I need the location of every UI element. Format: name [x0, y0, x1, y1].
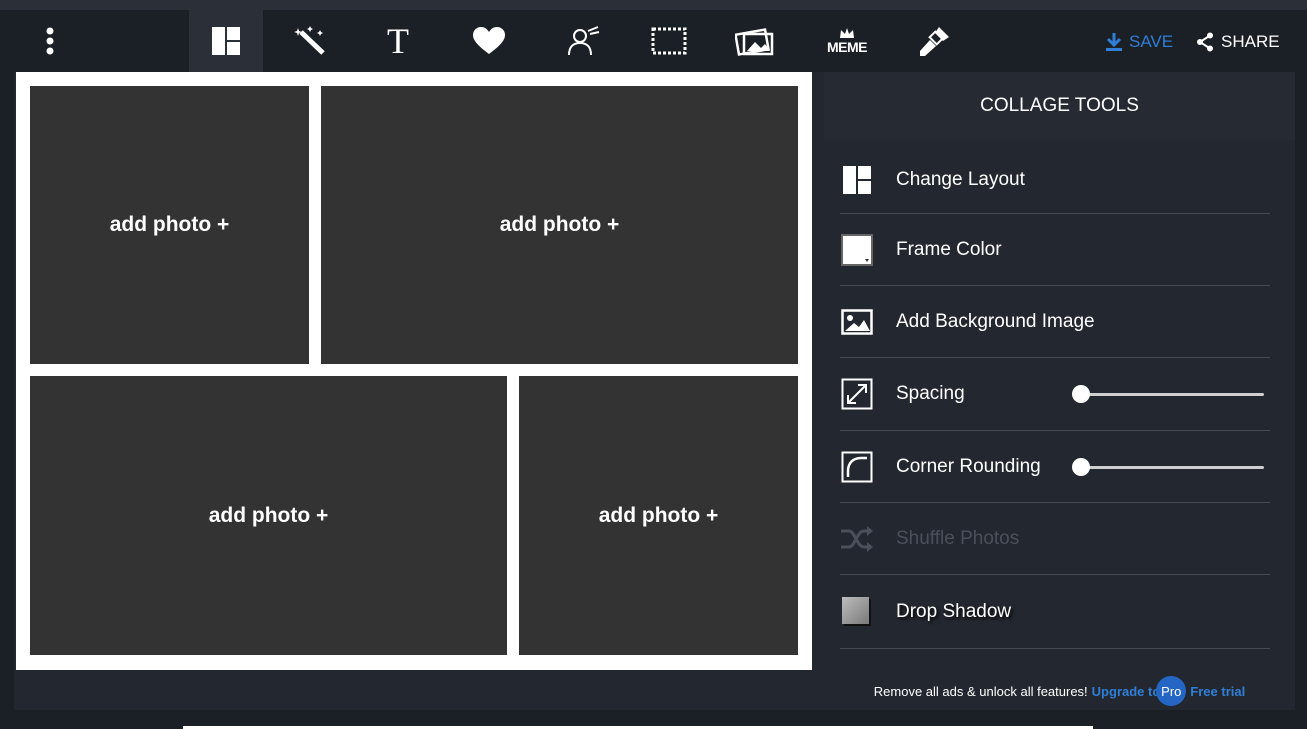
slider-track — [1080, 465, 1264, 469]
photo-cell-1[interactable]: add photo + — [30, 86, 309, 364]
toolbar: T MEME SAVE SHARE — [0, 10, 1307, 72]
frame-icon[interactable] — [632, 10, 706, 72]
more-menu-icon[interactable] — [30, 10, 70, 72]
photo-overlay-icon[interactable] — [718, 10, 792, 72]
top-strip — [0, 0, 1307, 10]
collage-canvas: add photo + add photo + add photo + add … — [16, 72, 812, 670]
download-icon — [1106, 33, 1122, 51]
share-button[interactable]: SHARE — [1196, 28, 1280, 56]
photo-cell-3[interactable]: add photo + — [30, 376, 507, 655]
heart-icon[interactable] — [452, 10, 526, 72]
shuffle-icon — [840, 522, 874, 556]
share-icon — [1197, 32, 1213, 52]
workspace: add photo + add photo + add photo + add … — [14, 72, 1295, 710]
add-photo-label: add photo + — [499, 213, 620, 236]
cartoon-person-icon[interactable] — [546, 10, 620, 72]
collage-tools-panel: COLLAGE TOOLS Change Layout Frame Color — [824, 72, 1295, 710]
add-photo-label: add photo + — [598, 503, 719, 527]
row-label: Spacing — [896, 383, 965, 404]
panel-title: COLLAGE TOOLS — [824, 72, 1295, 140]
corner-rounding-slider[interactable] — [1072, 457, 1264, 476]
save-label: SAVE — [1129, 32, 1174, 51]
shuffle-photos-item[interactable]: Shuffle Photos — [840, 503, 1270, 575]
corner-rounding-icon — [840, 450, 874, 484]
row-label: Drop Shadow — [896, 600, 1012, 622]
add-photo-label: add photo + — [109, 213, 230, 236]
row-label: Shuffle Photos — [896, 527, 1020, 549]
add-background-image-item[interactable]: Add Background Image — [840, 286, 1270, 358]
meme-icon[interactable]: MEME — [810, 10, 884, 72]
row-label: Corner Rounding — [896, 455, 1041, 477]
promo-text: Remove all ads & unlock all features! — [873, 683, 1088, 699]
slider-track — [1080, 393, 1264, 396]
spacing-slider[interactable] — [1072, 385, 1264, 403]
free-trial-link[interactable]: Free trial — [1190, 684, 1245, 699]
slider-thumb[interactable] — [1072, 457, 1090, 476]
pro-badge[interactable]: Pro — [1156, 676, 1187, 706]
collage-layout-icon[interactable] — [189, 10, 263, 72]
row-label: Frame Color — [896, 238, 1002, 260]
spacing-item: Spacing — [840, 358, 1270, 431]
color-swatch-icon — [840, 233, 874, 267]
slider-thumb[interactable] — [1072, 385, 1090, 403]
row-label: Change Layout — [896, 168, 1025, 190]
save-button[interactable]: SAVE — [1105, 28, 1173, 56]
share-label: SHARE — [1221, 32, 1280, 51]
photo-cell-4[interactable]: add photo + — [519, 376, 798, 655]
paint-brush-icon[interactable] — [898, 10, 972, 72]
shadow-square-icon — [840, 595, 874, 629]
expand-arrows-icon — [840, 377, 874, 411]
image-icon — [840, 305, 874, 339]
corner-rounding-item: Corner Rounding — [840, 431, 1270, 503]
layout-icon — [840, 163, 874, 197]
promo-banner: Remove all ads & unlock all features! Up… — [824, 676, 1295, 706]
magic-wand-icon[interactable] — [274, 10, 348, 72]
row-label: Add Background Image — [896, 310, 1095, 332]
drop-shadow-item[interactable]: Drop Shadow — [840, 575, 1270, 649]
frame-color-item[interactable]: Frame Color — [840, 214, 1270, 286]
change-layout-item[interactable]: Change Layout — [840, 146, 1270, 214]
photo-cell-2[interactable]: add photo + — [321, 86, 798, 364]
add-photo-label: add photo + — [208, 503, 329, 527]
upgrade-link[interactable]: Upgrade to — [1092, 684, 1161, 699]
text-icon[interactable]: T — [361, 10, 435, 72]
